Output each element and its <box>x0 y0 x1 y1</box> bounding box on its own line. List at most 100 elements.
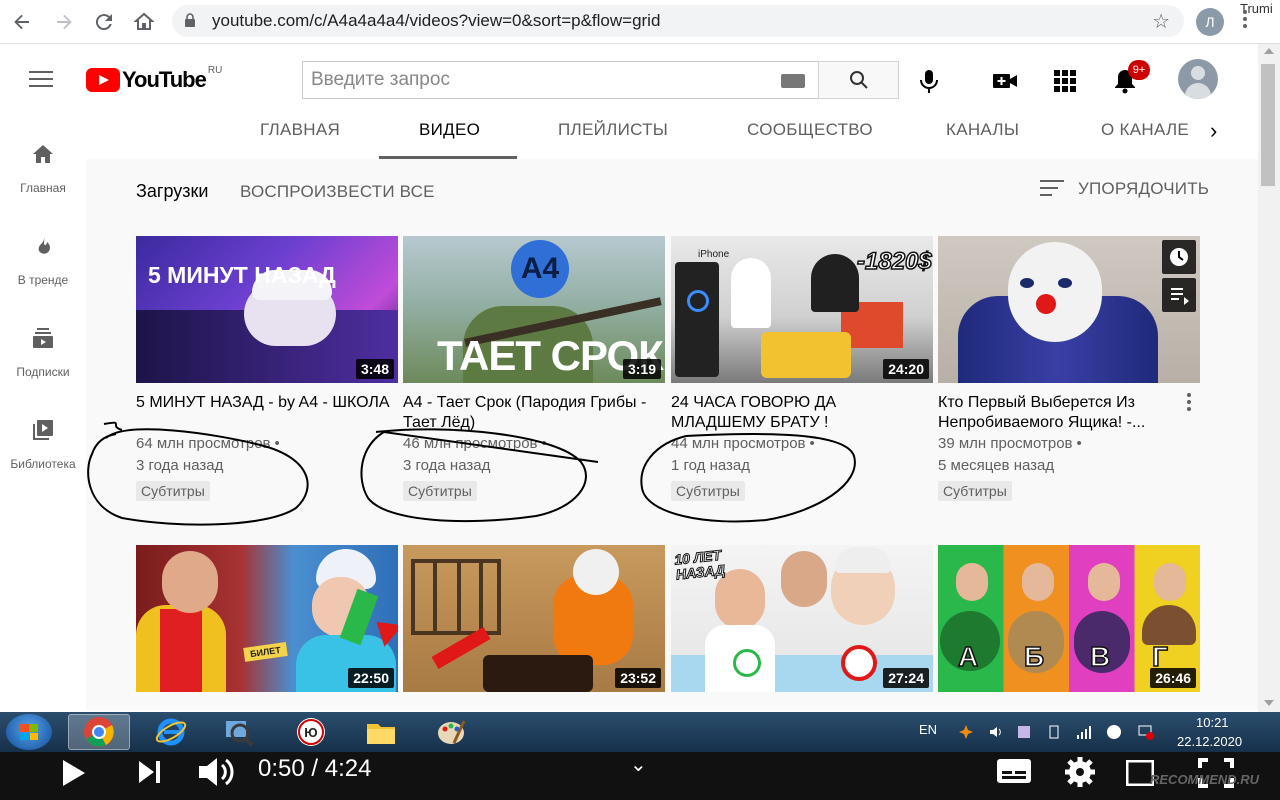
search-button[interactable] <box>818 61 899 99</box>
tab-about[interactable]: О КАНАЛЕ <box>1101 120 1189 140</box>
url-text[interactable]: youtube.com/c/A4a4a4a4/videos?view=0&sor… <box>212 11 660 31</box>
taskbar-paint[interactable] <box>420 714 482 750</box>
play-all-button[interactable]: ВОСПРОИЗВЕСТИ ВСЕ <box>240 182 435 202</box>
channel-tabs: ГЛАВНАЯ ВИДЕО ПЛЕЙЛИСТЫ СООБЩЕСТВО КАНАЛ… <box>86 116 1258 159</box>
guide-item-library[interactable]: Библиотека <box>0 418 86 471</box>
video-card[interactable]: 10 ЛЕТ НАЗАД 27:24 <box>671 545 933 692</box>
video-title[interactable]: 5 МИНУТ НАЗАД - by A4 - ШКОЛА <box>136 393 398 433</box>
chevron-right-icon[interactable]: › <box>1210 118 1217 144</box>
taskbar-explorer[interactable] <box>350 714 412 750</box>
watermark: RECOMMEND.RU <box>1150 772 1260 787</box>
next-video-icon[interactable] <box>136 758 164 786</box>
sort-button[interactable]: УПОРЯДОЧИТЬ <box>1040 179 1209 199</box>
video-thumbnail[interactable]: 23:52 <box>403 545 665 692</box>
windows-taskbar: Ю EN 10:21 22.12.2020 <box>0 712 1280 752</box>
address-bar[interactable]: youtube.com/c/A4a4a4a4/videos?view=0&sor… <box>172 5 1184 37</box>
video-thumbnail[interactable]: iPhone -1820$ 24:20 <box>671 236 933 383</box>
add-to-queue-button[interactable] <box>1162 278 1196 312</box>
video-card[interactable]: 23:52 <box>403 545 665 692</box>
sort-label: УПОРЯДОЧИТЬ <box>1078 179 1210 198</box>
page-scrollbar[interactable] <box>1258 44 1280 712</box>
scrollbar-thumb[interactable] <box>1261 64 1275 186</box>
guide-item-trending[interactable]: В тренде <box>0 234 86 287</box>
apps-grid-icon[interactable] <box>1051 67 1079 95</box>
create-video-icon[interactable] <box>991 67 1019 95</box>
browser-profile-avatar[interactable]: Л <box>1196 8 1224 36</box>
usb-device-icon[interactable] <box>1046 724 1062 740</box>
subtitles-badge: Субтитры <box>671 481 745 501</box>
guide-item-subscriptions[interactable]: Подписки <box>0 326 86 379</box>
video-thumbnail[interactable]: A4 ТАЕТ СРОК 3:19 <box>403 236 665 383</box>
keyboard-icon[interactable] <box>781 74 805 88</box>
scroll-down-arrow-icon[interactable] <box>1264 700 1274 706</box>
avast-tray-icon[interactable] <box>958 724 974 740</box>
start-button[interactable] <box>6 714 52 750</box>
forward-icon[interactable] <box>50 8 78 36</box>
bookmark-star-icon[interactable]: ☆ <box>1152 9 1170 34</box>
subtitles-icon[interactable] <box>996 758 1032 784</box>
browser-toolbar: youtube.com/c/A4a4a4a4/videos?view=0&sor… <box>0 0 1280 44</box>
tab-community[interactable]: СООБЩЕСТВО <box>747 120 873 140</box>
letter-label: А <box>957 640 979 673</box>
video-actions-menu-icon[interactable] <box>1186 393 1192 413</box>
video-card[interactable]: A4 ТАЕТ СРОК 3:19 A4 - Тает Срок (Пароди… <box>403 236 665 501</box>
video-card[interactable]: 5 МИНУТ НАЗАД 3:48 5 МИНУТ НАЗАД - by A4… <box>136 236 398 501</box>
tab-home[interactable]: ГЛАВНАЯ <box>260 120 340 140</box>
taskbar-search-tool[interactable] <box>208 714 270 750</box>
account-avatar[interactable] <box>1178 59 1218 99</box>
channel-logo: A4 <box>511 240 569 298</box>
back-icon[interactable] <box>8 8 36 36</box>
watch-later-button[interactable] <box>1162 240 1196 274</box>
video-card[interactable]: А Б В Г 26:46 <box>938 545 1200 692</box>
video-card[interactable]: БИЛЕТ 22:50 <box>136 545 398 692</box>
input-language[interactable]: EN <box>919 722 937 737</box>
microphone-icon[interactable] <box>916 68 942 94</box>
browser-menu-icon[interactable] <box>1242 10 1248 34</box>
thumbnail-text: -1820$ <box>856 247 932 276</box>
youtube-logo[interactable]: YouTube RU <box>86 65 222 93</box>
video-thumbnail[interactable]: БИЛЕТ 22:50 <box>136 545 398 692</box>
tab-videos[interactable]: ВИДЕО <box>419 120 480 140</box>
chevron-down-icon[interactable]: ⌄ <box>630 752 647 777</box>
letter-label: Б <box>1023 640 1045 673</box>
video-thumbnail[interactable]: 5 МИНУТ НАЗАД 3:48 <box>136 236 398 383</box>
video-card[interactable]: Кто Первый Выберется Из Непробиваемого Я… <box>938 236 1200 501</box>
subtitles-badge: Субтитры <box>403 481 477 501</box>
guide-item-home[interactable]: Главная <box>0 142 86 195</box>
settings-gear-icon[interactable] <box>1064 756 1096 788</box>
reload-icon[interactable] <box>90 8 118 36</box>
yu-tray-icon[interactable] <box>1106 724 1122 740</box>
video-title[interactable]: Кто Первый Выберется Из Непробиваемого Я… <box>938 393 1172 433</box>
chrome-icon <box>84 717 114 747</box>
network-icon[interactable] <box>1076 724 1092 740</box>
clock-icon <box>1170 248 1188 266</box>
volume-icon[interactable] <box>988 724 1004 740</box>
video-title[interactable]: A4 - Тает Срок (Пародия Грибы - Тает Лёд… <box>403 393 665 433</box>
tray-app-icon[interactable] <box>1016 724 1032 740</box>
volume-control-icon[interactable] <box>196 755 236 789</box>
tab-playlists[interactable]: ПЛЕЙЛИСТЫ <box>558 120 668 140</box>
windows-logo-icon <box>20 724 38 740</box>
video-duration: 3:19 <box>622 359 661 379</box>
taskbar-internet-explorer[interactable] <box>140 714 202 750</box>
scroll-up-arrow-icon[interactable] <box>1264 48 1274 54</box>
video-thumbnail[interactable]: А Б В Г 26:46 <box>938 545 1200 692</box>
home-button-icon[interactable] <box>130 8 158 36</box>
video-card[interactable]: iPhone -1820$ 24:20 24 ЧАСА ГОВОРЮ ДА МЛ… <box>671 236 933 501</box>
video-thumbnail[interactable] <box>938 236 1200 383</box>
video-title[interactable]: 24 ЧАСА ГОВОРЮ ДА МЛАДШЕМУ БРАТУ ! <box>671 393 933 433</box>
guide-item-label: В тренде <box>17 273 69 287</box>
tab-channels[interactable]: КАНАЛЫ <box>946 120 1019 140</box>
guide-menu-icon[interactable] <box>29 71 53 89</box>
play-icon[interactable] <box>60 758 88 788</box>
search-input[interactable] <box>303 62 763 98</box>
clock-time[interactable]: 10:21 <box>1196 715 1229 730</box>
taskbar-chrome[interactable] <box>68 714 130 750</box>
taskbar-yandex[interactable]: Ю <box>280 714 342 750</box>
clock-date[interactable]: 22.12.2020 <box>1177 734 1242 749</box>
video-thumbnail[interactable]: 10 ЛЕТ НАЗАД 27:24 <box>671 545 933 692</box>
subtitles-badge: Субтитры <box>938 481 1012 501</box>
view-count: 46 млн просмотров <box>403 435 538 452</box>
monitor-alert-icon[interactable] <box>1138 724 1154 740</box>
library-icon <box>33 420 53 440</box>
